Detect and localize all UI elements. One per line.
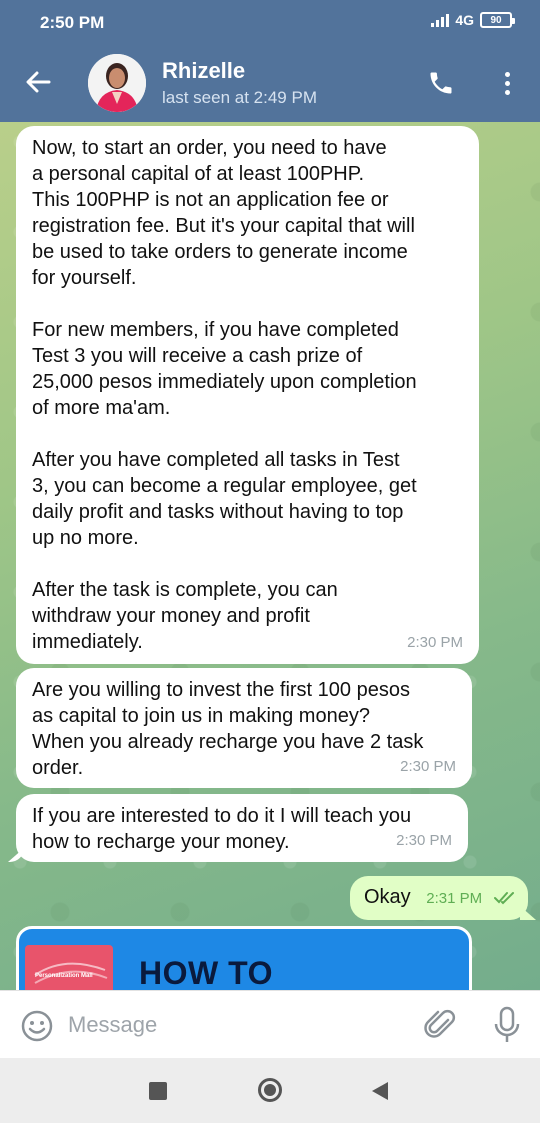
battery-icon: 90 xyxy=(480,12,515,28)
contact-name[interactable]: Rhizelle xyxy=(162,58,245,84)
system-nav-bar xyxy=(0,1058,540,1123)
message-input[interactable] xyxy=(68,1007,368,1043)
phone-icon xyxy=(430,72,452,94)
double-check-icon xyxy=(493,891,514,905)
back-triangle-icon[interactable] xyxy=(372,1082,388,1100)
message-time: 2:30 PM xyxy=(396,832,452,849)
back-button[interactable] xyxy=(20,64,56,100)
status-indicators: 4G 90 xyxy=(431,12,515,28)
message-bubble-3[interactable]: If you are interested to do it I will te… xyxy=(16,794,468,862)
message-bubble-1[interactable]: Now, to start an order, you need to have… xyxy=(16,126,479,664)
message-text: Now, to start an order, you need to have… xyxy=(32,137,417,653)
thumbnail-pattern xyxy=(34,962,108,984)
media-title: HOW TO RECHARGE xyxy=(139,955,273,990)
media-thumbnail: Personalization Mall xyxy=(25,945,113,990)
status-time: 2:50 PM xyxy=(40,13,105,32)
mic-icon xyxy=(494,1006,520,1042)
network-type: 4G xyxy=(455,12,474,28)
chat-header: Rhizelle last seen at 2:49 PM xyxy=(0,44,540,122)
message-time: 2:30 PM xyxy=(407,634,463,651)
more-vert-icon xyxy=(504,71,510,95)
message-time: 2:30 PM xyxy=(400,758,456,775)
more-options-button[interactable] xyxy=(496,66,518,100)
media-preview-card[interactable]: Personalization Mall HOW TO RECHARGE xyxy=(16,926,472,990)
recents-square-icon[interactable] xyxy=(149,1082,167,1100)
last-seen-status: last seen at 2:49 PM xyxy=(162,88,317,107)
call-button[interactable] xyxy=(424,66,458,100)
signal-icon xyxy=(431,13,450,27)
attach-icon xyxy=(424,1009,456,1038)
mic-button[interactable] xyxy=(492,1006,522,1044)
avatar-image xyxy=(88,54,146,112)
message-bubble-2[interactable]: Are you willing to invest the first 100 … xyxy=(16,668,472,788)
message-text: Are you willing to invest the first 100 … xyxy=(32,679,424,779)
message-input-bar xyxy=(0,990,540,1058)
back-arrow-icon xyxy=(26,71,51,93)
home-circle-icon[interactable] xyxy=(258,1078,282,1102)
message-text: Okay xyxy=(364,886,411,908)
message-text: If you are interested to do it I will te… xyxy=(32,805,412,853)
status-bar: 2:50 PM 4G 90 xyxy=(0,0,540,44)
avatar[interactable] xyxy=(88,54,146,112)
chat-area[interactable]: Now, to start an order, you need to have… xyxy=(0,122,540,990)
emoji-button[interactable] xyxy=(20,1009,54,1043)
battery-level: 90 xyxy=(490,14,502,26)
thumbnail-label: Personalization Mall xyxy=(35,973,93,979)
attach-button[interactable] xyxy=(424,1008,458,1042)
message-bubble-outgoing[interactable]: Okay 2:31 PM xyxy=(350,876,528,920)
message-time: 2:31 PM xyxy=(426,890,483,907)
emoji-icon xyxy=(21,1010,53,1042)
